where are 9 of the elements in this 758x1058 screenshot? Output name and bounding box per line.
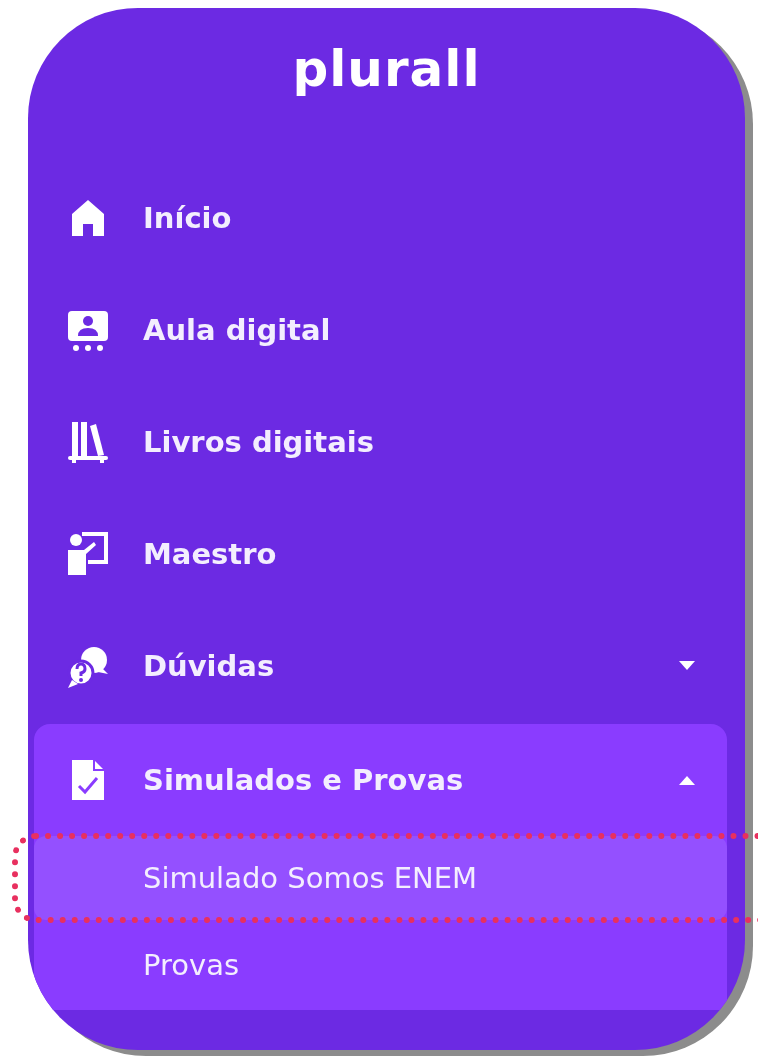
- nav-item[interactable]: Início: [28, 162, 745, 274]
- nav-item[interactable]: Dúvidas: [28, 610, 745, 722]
- nav-item[interactable]: Livros digitais: [28, 386, 745, 498]
- nav-item[interactable]: Aula digital: [28, 274, 745, 386]
- submenu-item[interactable]: Simulado Somos ENEM: [34, 836, 727, 920]
- logo: plurall: [292, 44, 481, 100]
- submenu-item[interactable]: Provas: [34, 920, 727, 1010]
- nav-item[interactable]: Simulados e Provas: [34, 724, 727, 836]
- nav-item[interactable]: Maestro: [28, 498, 745, 610]
